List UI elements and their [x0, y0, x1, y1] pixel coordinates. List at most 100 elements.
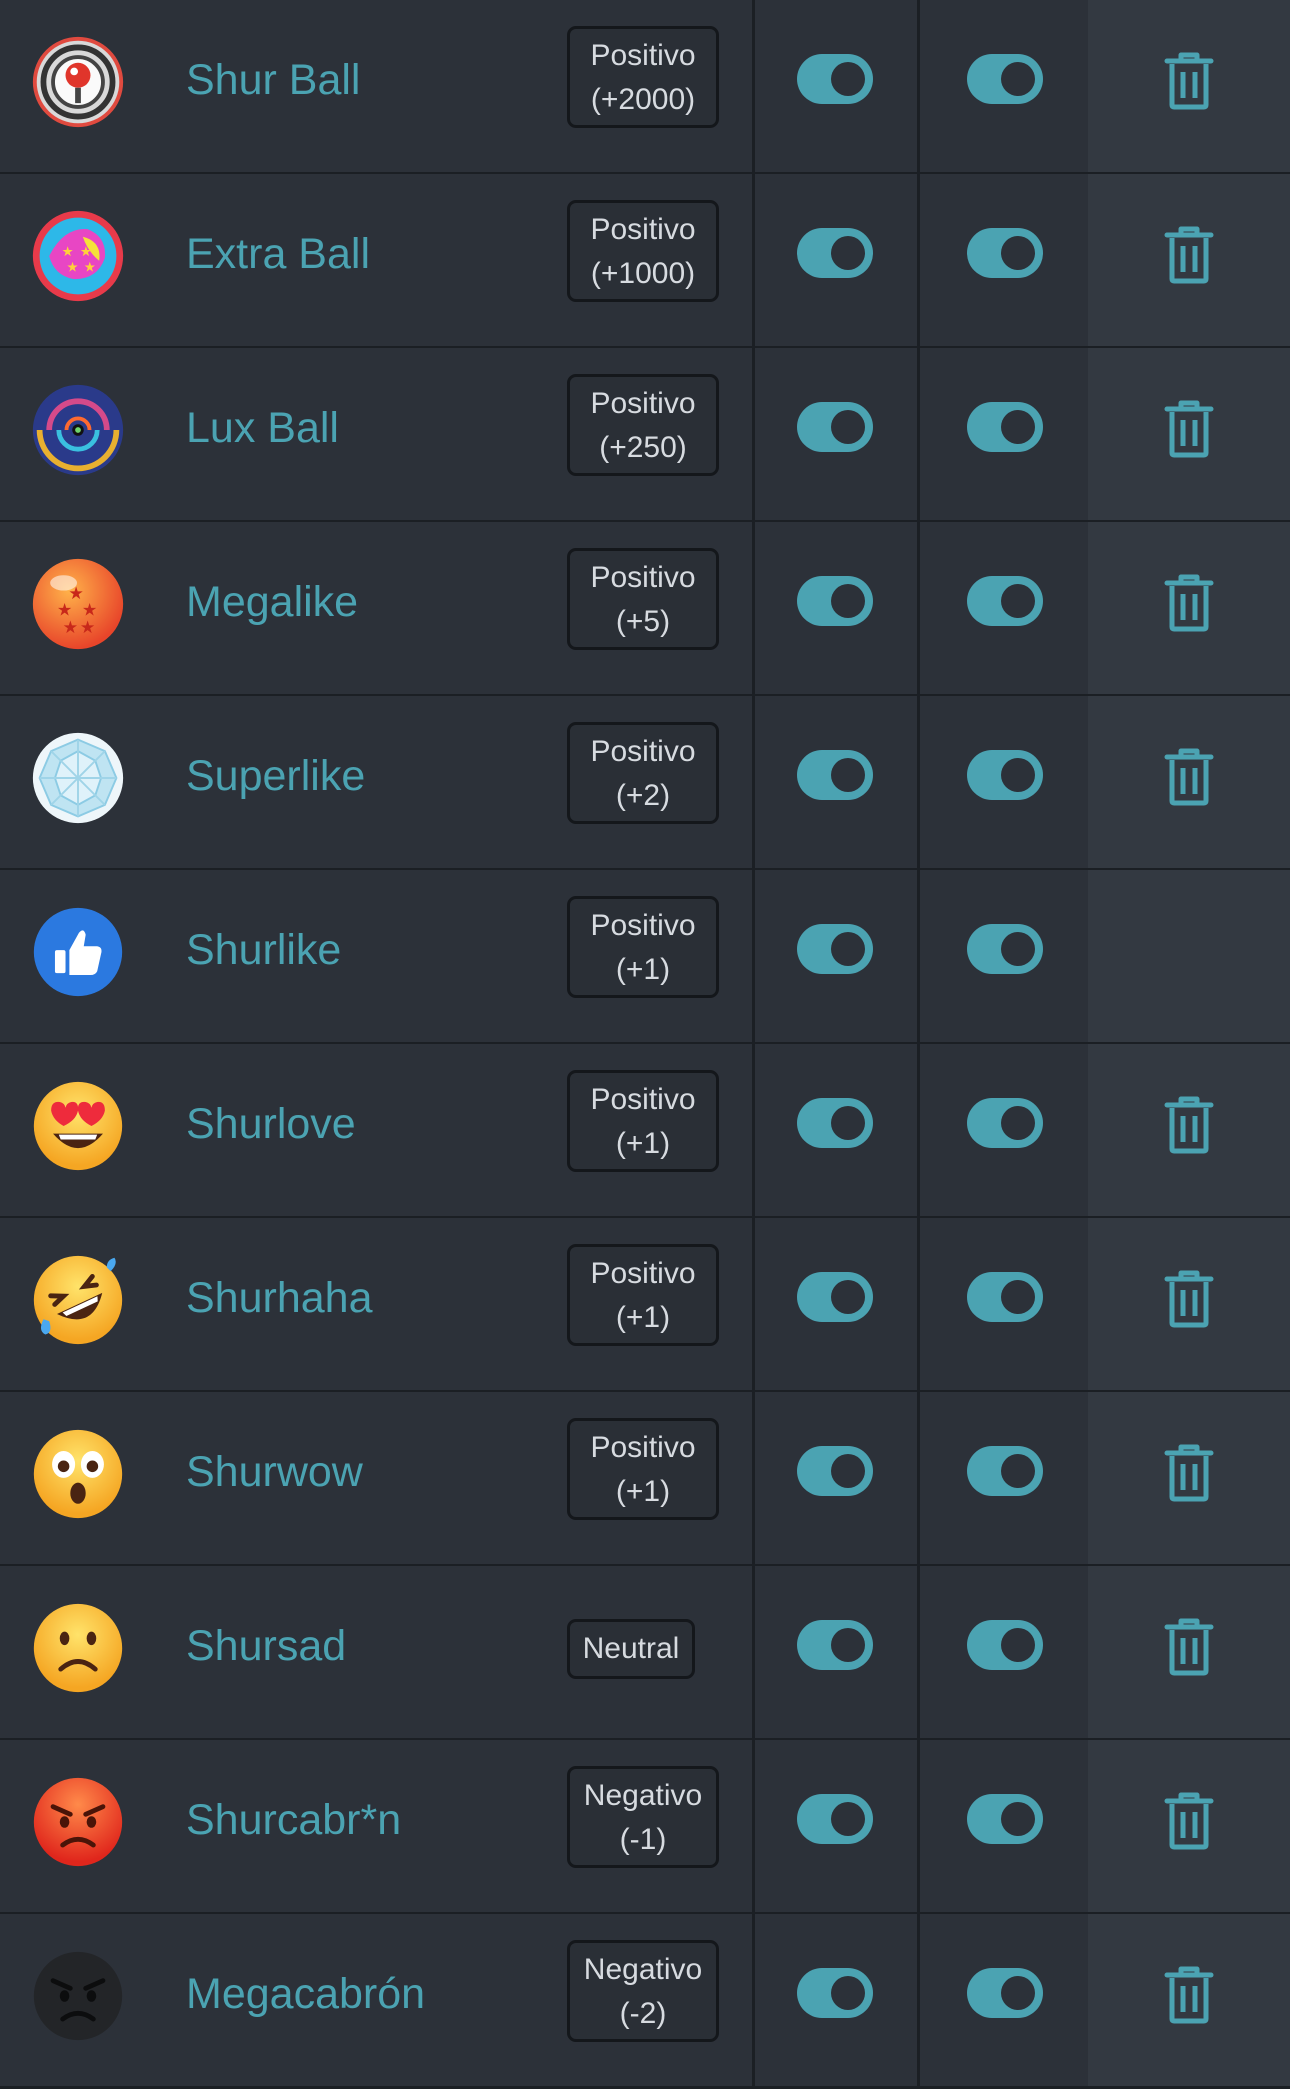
- badge-label: Positivo: [590, 1257, 696, 1290]
- enable-toggle[interactable]: [797, 924, 873, 974]
- toggle-knob: [831, 1454, 865, 1488]
- toggle-cell-1: [755, 870, 920, 1042]
- toggle-cell-2: [920, 696, 1088, 868]
- toggle-cell-2: [920, 522, 1088, 694]
- score-badge: Positivo (+5): [567, 548, 719, 650]
- delete-cell: [1088, 348, 1290, 520]
- trash-icon[interactable]: [1164, 400, 1214, 458]
- svg-text:★: ★: [62, 244, 74, 259]
- reaction-cell: ★ ★ ★ ★ ★ Megalike Positivo (+5): [0, 522, 755, 694]
- table-row: Shurwow Positivo (+1): [0, 1392, 1290, 1567]
- badge-value: (-2): [619, 1997, 667, 2030]
- reaction-name: Shurwow: [186, 1448, 363, 1496]
- reaction-name: Shurhaha: [186, 1274, 373, 1322]
- badge-value: (+5): [615, 605, 671, 638]
- delete-cell: [1088, 174, 1290, 346]
- toggle-cell-2: [920, 1392, 1088, 1564]
- badge-value: (-1): [619, 1823, 667, 1856]
- star-ball-icon: ★ ★ ★ ★ ★: [30, 556, 126, 652]
- badge-label: Positivo: [590, 561, 696, 594]
- trash-icon[interactable]: [1164, 1096, 1214, 1154]
- score-badge: Positivo (+2): [567, 722, 719, 824]
- trash-icon[interactable]: [1164, 1792, 1214, 1850]
- enable-toggle[interactable]: [797, 54, 873, 104]
- trash-icon[interactable]: [1164, 1270, 1214, 1328]
- toggle-knob: [831, 1280, 865, 1314]
- visibility-toggle[interactable]: [967, 750, 1043, 800]
- reaction-table: Shur Ball Positivo (+2000) ★ ★ ★ ★ Extra Ba…: [0, 0, 1290, 2089]
- visibility-toggle[interactable]: [967, 1446, 1043, 1496]
- reaction-name: Megacabrón: [186, 1970, 426, 2018]
- enable-toggle[interactable]: [797, 1446, 873, 1496]
- enable-toggle[interactable]: [797, 228, 873, 278]
- toggle-knob: [1001, 236, 1035, 270]
- toggle-knob: [1001, 410, 1035, 444]
- visibility-toggle[interactable]: [967, 1098, 1043, 1148]
- badge-label: Positivo: [590, 1083, 696, 1116]
- reaction-cell: Lux Ball Positivo (+250): [0, 348, 755, 520]
- toggle-knob: [1001, 62, 1035, 96]
- toggle-knob: [831, 62, 865, 96]
- trash-icon[interactable]: [1164, 1966, 1214, 2024]
- trash-icon[interactable]: [1164, 52, 1214, 110]
- toggle-cell-1: [755, 1914, 920, 2086]
- table-row: Lux Ball Positivo (+250): [0, 348, 1290, 523]
- toggle-cell-1: [755, 348, 920, 520]
- enable-toggle[interactable]: [797, 402, 873, 452]
- reaction-name: Superlike: [186, 752, 366, 800]
- toggle-knob: [1001, 1802, 1035, 1836]
- score-badge: Negativo (-2): [567, 1940, 719, 2042]
- badge-label: Positivo: [590, 213, 696, 246]
- trash-icon[interactable]: [1164, 574, 1214, 632]
- trash-icon[interactable]: [1164, 1444, 1214, 1502]
- score-badge: Positivo (+2000): [567, 26, 719, 128]
- svg-text:★: ★: [80, 617, 95, 637]
- badge-value: (+1): [615, 953, 671, 986]
- visibility-toggle[interactable]: [967, 576, 1043, 626]
- table-row: Megacabrón Negativo (-2): [0, 1914, 1290, 2089]
- wow-emoji-icon: [30, 1426, 126, 1522]
- table-row: Superlike Positivo (+2): [0, 696, 1290, 871]
- score-badge: Positivo (+1): [567, 896, 719, 998]
- toggle-knob: [831, 584, 865, 618]
- lux-ball-icon: [30, 382, 126, 478]
- visibility-toggle[interactable]: [967, 924, 1043, 974]
- delete-cell: [1088, 1740, 1290, 1912]
- enable-toggle[interactable]: [797, 1968, 873, 2018]
- trash-icon[interactable]: [1164, 226, 1214, 284]
- enable-toggle[interactable]: [797, 1620, 873, 1670]
- enable-toggle[interactable]: [797, 750, 873, 800]
- visibility-toggle[interactable]: [967, 402, 1043, 452]
- visibility-toggle[interactable]: [967, 54, 1043, 104]
- toggle-knob: [831, 1106, 865, 1140]
- toggle-cell-1: [755, 174, 920, 346]
- badge-value: (+2): [615, 779, 671, 812]
- trash-icon[interactable]: [1164, 748, 1214, 806]
- dark-angry-emoji-icon: [30, 1948, 126, 2044]
- delete-cell: [1088, 696, 1290, 868]
- visibility-toggle[interactable]: [967, 1794, 1043, 1844]
- table-row: Shurcabr*n Negativo (-1): [0, 1740, 1290, 1915]
- toggle-knob: [1001, 584, 1035, 618]
- enable-toggle[interactable]: [797, 576, 873, 626]
- trash-icon[interactable]: [1164, 1618, 1214, 1676]
- visibility-toggle[interactable]: [967, 1272, 1043, 1322]
- enable-toggle[interactable]: [797, 1272, 873, 1322]
- visibility-toggle[interactable]: [967, 1968, 1043, 2018]
- table-row: ★ ★ ★ ★ Extra Ball Positivo (+1000): [0, 174, 1290, 349]
- enable-toggle[interactable]: [797, 1098, 873, 1148]
- reaction-cell: Shurlike Positivo (+1): [0, 870, 755, 1042]
- delete-cell: [1088, 1218, 1290, 1390]
- toggle-cell-1: [755, 522, 920, 694]
- toggle-cell-2: [920, 870, 1088, 1042]
- reaction-name: Shurlike: [186, 926, 342, 974]
- badge-label: Positivo: [590, 1431, 696, 1464]
- toggle-cell-1: [755, 0, 920, 172]
- badge-label: Negativo: [583, 1953, 703, 1986]
- visibility-toggle[interactable]: [967, 1620, 1043, 1670]
- visibility-toggle[interactable]: [967, 228, 1043, 278]
- svg-text:★: ★: [66, 259, 78, 274]
- enable-toggle[interactable]: [797, 1794, 873, 1844]
- delete-cell: [1088, 1392, 1290, 1564]
- toggle-cell-2: [920, 0, 1088, 172]
